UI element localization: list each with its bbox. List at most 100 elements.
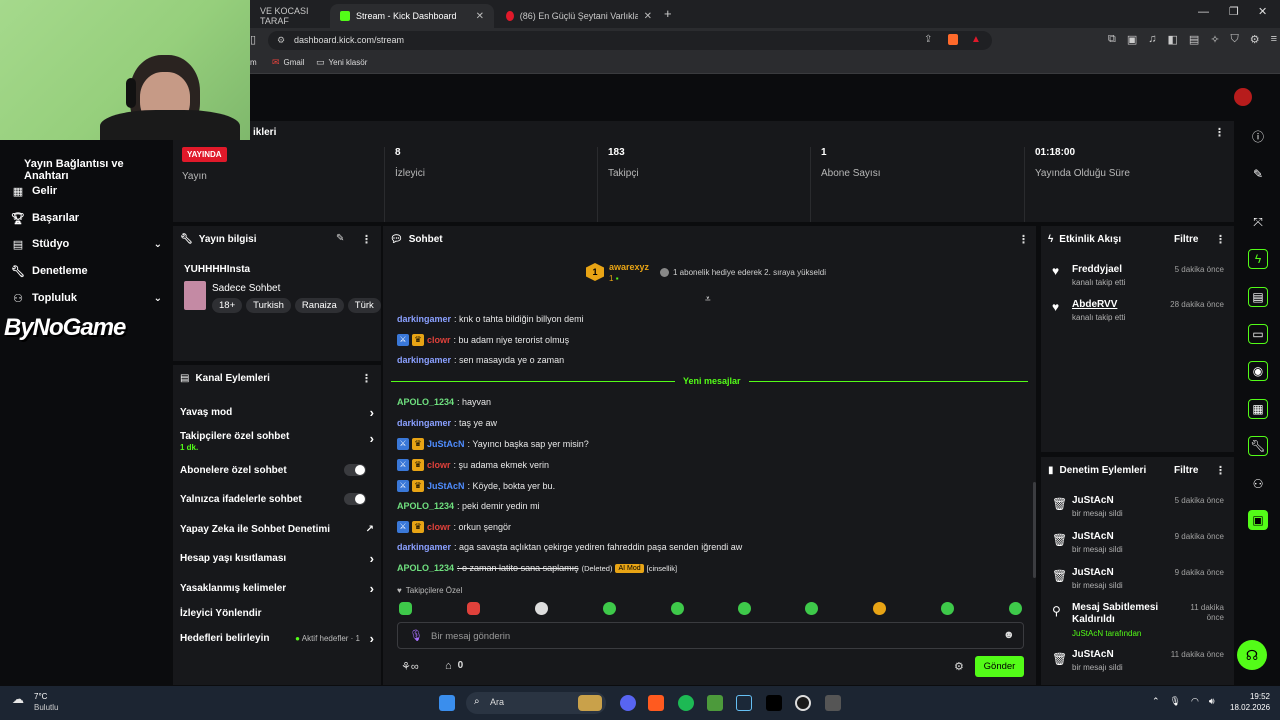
sidebar-toggle-icon[interactable]: ◧ [1168, 33, 1178, 46]
event-user[interactable]: JuStAcN [1072, 531, 1123, 542]
add-widget-icon[interactable]: ▣ [1248, 510, 1268, 530]
chat-input[interactable]: 🎙︎ Bir mesaj gönderin ☻ [397, 622, 1024, 649]
channel-points-icon[interactable]: ⚘∞ [401, 660, 419, 673]
emote-icon[interactable] [738, 602, 751, 615]
chat-icon[interactable]: ▭ [1248, 324, 1268, 344]
emote-icon[interactable] [467, 602, 480, 615]
more-options-icon[interactable]: ⋮ [1215, 233, 1226, 246]
discord-icon[interactable] [620, 695, 636, 711]
action-slow-mode[interactable]: Yavaş mod › [180, 405, 374, 420]
close-window-icon[interactable]: ✕ [1258, 5, 1267, 18]
emote-icon[interactable] [603, 602, 616, 615]
chat-username[interactable]: darkingamer [397, 355, 451, 365]
community-icon[interactable]: ⚇ [1248, 474, 1268, 494]
scroll-to-bottom-icon[interactable]: ⩡ [705, 294, 711, 305]
chat-username[interactable]: clowr [427, 522, 451, 532]
event-user[interactable]: JuStAcN [1072, 495, 1123, 506]
chat-settings-icon[interactable]: ⚙ [954, 660, 964, 673]
settings-icon[interactable]: ⚙ [1250, 33, 1260, 46]
more-options-icon[interactable]: ⋮ [361, 233, 372, 246]
activity-filter-button[interactable]: Filtre [1174, 234, 1198, 245]
event-user[interactable]: JuStAcN [1072, 567, 1123, 578]
wifi-icon[interactable]: ◠ [1191, 696, 1199, 707]
moderation-filter-button[interactable]: Filtre [1174, 465, 1198, 476]
media-icon[interactable]: ♫ [1148, 33, 1156, 46]
user-avatar[interactable] [1234, 88, 1252, 106]
chat-username[interactable]: clowr [427, 460, 451, 470]
url-input[interactable]: ⚙ dashboard.kick.com/stream ⇪ ▲ [268, 31, 992, 50]
menu-icon[interactable]: ≡ [1271, 33, 1277, 46]
action-ai-moderation[interactable]: Yapay Zeka ile Sohbet Denetimi ↗ [180, 524, 374, 535]
weather-icon[interactable]: ☁ [12, 692, 24, 706]
bookmark-icon[interactable]: ▯ [250, 33, 256, 46]
minimize-icon[interactable]: — [1198, 6, 1209, 18]
pinned-user[interactable]: awarexyz [609, 262, 649, 272]
action-banned-words[interactable]: Yasaklanmış kelimeler › [180, 581, 374, 596]
chat-username[interactable]: JuStAcN [427, 481, 465, 491]
leo-icon[interactable]: ✧ [1210, 33, 1219, 46]
microphone-icon[interactable]: 🎙︎ [409, 629, 423, 642]
subscribers-only-toggle[interactable] [344, 464, 366, 476]
more-options-icon[interactable]: ⋮ [1214, 126, 1225, 139]
chevron-up-icon[interactable]: ⌃ [1152, 696, 1160, 707]
expand-icon[interactable]: ⤧ [1248, 212, 1268, 232]
action-raid[interactable]: İzleyici Yönlendir [180, 608, 374, 619]
action-goals[interactable]: Hedefleri belirleyin ● Aktif hedefler · … [180, 631, 374, 646]
browser-tab[interactable]: VE KOCASI TARAF [250, 4, 328, 28]
emote-icon[interactable] [805, 602, 818, 615]
windows-start-icon[interactable] [439, 695, 455, 711]
action-account-age[interactable]: Hesap yaşı kısıtlaması › [180, 551, 374, 566]
brave-icon[interactable] [648, 695, 664, 711]
edit-icon[interactable]: ✎ [1248, 164, 1268, 184]
extensions-icon[interactable]: ⧉ [1108, 33, 1116, 46]
stream-category[interactable]: Sadece Sohbet [212, 283, 280, 294]
edit-icon[interactable]: ✎ [336, 233, 344, 244]
new-tab-icon[interactable]: + [664, 6, 672, 21]
emote-icon[interactable] [671, 602, 684, 615]
chat-username[interactable]: APOLO_1234 [397, 563, 454, 573]
emote-icon[interactable] [399, 602, 412, 615]
event-user[interactable]: JuStAcN [1072, 649, 1123, 660]
emote-icon[interactable] [535, 602, 548, 615]
chat-username[interactable]: JuStAcN [427, 439, 465, 449]
screenshot-icon[interactable]: ▣ [1127, 33, 1137, 46]
bookmark-partial[interactable]: m [250, 58, 257, 67]
close-tab-icon[interactable]: ✕ [476, 11, 484, 22]
sidebar-item-achievements[interactable]: 🏆︎ Başarılar [11, 212, 162, 225]
browser-tab[interactable]: (86) En Güçlü Şeytani Varlıklar | Cehe ✕ [496, 4, 662, 28]
event-user[interactable]: AbdeRVV [1072, 299, 1125, 310]
brave-shield-icon[interactable] [948, 34, 958, 45]
event-user[interactable]: Freddyjael [1072, 264, 1125, 275]
steam-icon[interactable] [736, 695, 752, 711]
maximize-icon[interactable]: ❐ [1229, 5, 1239, 18]
chat-scrollbar[interactable] [1033, 482, 1036, 578]
microphone-icon[interactable]: 🎙︎ [1170, 696, 1181, 707]
chat-username[interactable]: clowr [427, 335, 451, 345]
stream-info-icon[interactable]: ▤ [1248, 287, 1268, 307]
bookmark-folder[interactable]: ▭ Yeni klasör [316, 57, 367, 68]
chat-username[interactable]: APOLO_1234 [397, 501, 454, 511]
sidebar-item-moderation[interactable]: 🔧︎ Denetleme [11, 265, 162, 278]
chat-username[interactable]: darkingamer [397, 542, 451, 552]
app-icon[interactable] [825, 695, 841, 711]
vpn-icon[interactable]: ⛉ [1231, 33, 1239, 46]
emoji-icon[interactable]: ☻ [1003, 629, 1015, 641]
sidebar-item-community[interactable]: ⚇ Topluluk ⌄ [12, 292, 162, 305]
more-options-icon[interactable]: ⋮ [1018, 233, 1029, 246]
site-info-icon[interactable]: ⚙ [277, 35, 285, 46]
chat-username[interactable]: darkingamer [397, 418, 451, 428]
info-icon[interactable]: ⓘ [1248, 126, 1268, 146]
support-icon[interactable]: ☊ [1237, 640, 1267, 670]
broadcast-icon[interactable]: ◉ [1248, 361, 1268, 381]
taskbar-search[interactable]: ⌕ Ara [466, 692, 606, 714]
emote-icon[interactable] [873, 602, 886, 615]
clock[interactable]: 19:52 18.02.2026 [1230, 692, 1270, 712]
emote-icon[interactable] [1009, 602, 1022, 615]
close-tab-icon[interactable]: ✕ [644, 11, 652, 22]
spotify-icon[interactable] [678, 695, 694, 711]
volume-icon[interactable]: 🔊︎ [1209, 696, 1215, 707]
capcut-icon[interactable] [766, 695, 782, 711]
action-followers-only[interactable]: Takipçilere özel sohbet 1 dk. › [180, 431, 374, 452]
share-icon[interactable]: ⇪ [924, 34, 932, 45]
more-options-icon[interactable]: ⋮ [361, 372, 372, 385]
